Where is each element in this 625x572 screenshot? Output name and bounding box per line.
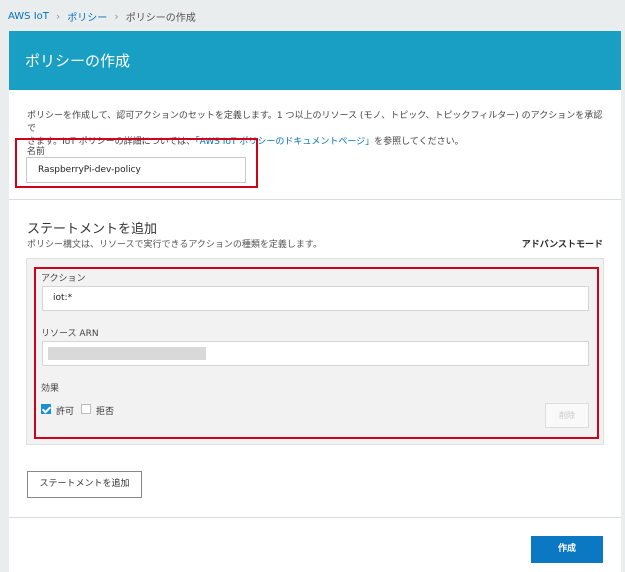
description-line1: ポリシーを作成して、認可アクションのセットを定義します。1 つ以上のリソース (…: [27, 111, 603, 134]
section-divider: [9, 199, 621, 200]
policy-name-input[interactable]: RaspberryPi-dev-policy: [26, 157, 246, 183]
create-button[interactable]: 作成: [531, 536, 603, 563]
breadcrumb: AWS IoT › ポリシー › ポリシーの作成: [8, 8, 196, 24]
name-label: 名前: [27, 147, 46, 157]
deny-checkbox[interactable]: [81, 404, 91, 414]
resource-arn-input[interactable]: [42, 341, 589, 366]
breadcrumb-aws-iot-link[interactable]: AWS IoT: [8, 11, 49, 22]
deny-label: 拒否: [96, 407, 115, 417]
allow-label: 許可: [56, 407, 75, 417]
page-header: ポリシーの作成: [9, 31, 621, 90]
action-label: アクション: [41, 274, 86, 284]
advanced-mode-link[interactable]: アドバンストモード: [522, 237, 603, 250]
effect-label: 効果: [41, 384, 60, 394]
description-line2-suffix: を参照してください。: [374, 137, 464, 147]
footer-divider: [9, 517, 621, 518]
chevron-right-icon: ›: [55, 9, 61, 23]
statement-section-description: ポリシー構文は、リソースで実行できるアクションの種類を定義します。: [27, 240, 323, 250]
action-input[interactable]: iot:*: [42, 286, 589, 311]
allow-checkbox[interactable]: [41, 404, 51, 414]
breadcrumb-policy-link[interactable]: ポリシー: [67, 9, 107, 24]
redacted-arn-value: [48, 347, 206, 360]
create-policy-card: ポリシーの作成 ポリシーを作成して、認可アクションのセットを定義します。1 つ以…: [9, 31, 621, 572]
resource-arn-label: リソース ARN: [41, 329, 99, 339]
add-statement-button[interactable]: ステートメントを追加: [27, 471, 142, 498]
statement-section-title: ステートメントを追加: [27, 222, 158, 237]
page-title: ポリシーの作成: [25, 52, 131, 70]
chevron-right-icon: ›: [114, 9, 119, 23]
delete-statement-button[interactable]: 削除: [545, 403, 589, 428]
breadcrumb-current: ポリシーの作成: [125, 12, 196, 24]
